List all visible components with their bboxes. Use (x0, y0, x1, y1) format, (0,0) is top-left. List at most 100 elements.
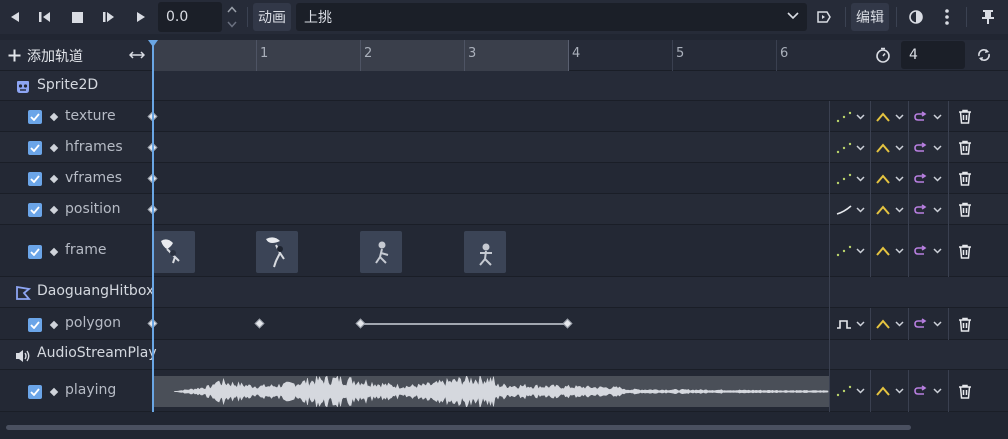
frame-thumbnail[interactable] (360, 231, 402, 273)
loop-wrap-dropdown[interactable] (913, 202, 942, 218)
loop-wrap-dropdown[interactable] (913, 109, 942, 125)
animation-length-range (153, 40, 569, 71)
autoplay-on-load-icon[interactable] (812, 4, 836, 30)
frame-thumbnail[interactable] (153, 231, 195, 273)
update-mode-dropdown[interactable] (836, 171, 865, 187)
loop-wrap-dropdown[interactable] (913, 316, 942, 332)
delete-track-icon[interactable] (958, 243, 972, 259)
toolbar-separator (896, 7, 897, 27)
update-mode-dropdown[interactable] (836, 109, 865, 125)
pin-icon[interactable] (978, 4, 998, 30)
time-input[interactable]: 0.0 (158, 2, 222, 32)
delete-track-icon[interactable] (958, 140, 972, 156)
loop-toggle-icon[interactable] (976, 47, 992, 63)
chevron-down-icon (787, 12, 799, 20)
animation-length-input[interactable]: 4 (901, 41, 965, 69)
track-controls-divider (870, 163, 871, 194)
delete-track-icon[interactable] (958, 383, 972, 399)
keyframe[interactable] (355, 318, 366, 329)
horizontal-scrollbar[interactable] (6, 425, 911, 430)
audio-waveform-clip[interactable] (154, 376, 829, 407)
track-enabled-checkbox[interactable] (28, 318, 42, 332)
track-enabled-checkbox[interactable] (28, 245, 42, 259)
track-enabled-checkbox[interactable] (28, 385, 42, 399)
frame-thumbnail[interactable] (464, 231, 506, 273)
update-mode-dropdown[interactable] (836, 243, 865, 259)
edit-label: 编辑 (856, 10, 884, 26)
track-enabled-checkbox[interactable] (28, 141, 42, 155)
expand-width-icon[interactable] (129, 48, 145, 62)
keyframe-marker-icon (49, 247, 59, 257)
interpolation-dropdown[interactable] (875, 140, 904, 156)
track-controls-divider (870, 101, 871, 132)
keyframe-hold-line (361, 323, 568, 325)
track-controls-divider (870, 225, 871, 277)
add-track-button[interactable]: 添加轨道 (8, 40, 83, 71)
playhead[interactable] (152, 40, 154, 412)
track-controls-divider (870, 194, 871, 225)
track-enabled-checkbox[interactable] (28, 172, 42, 186)
animation-select[interactable]: 上挑 (296, 3, 807, 31)
delete-track-icon[interactable] (958, 202, 972, 218)
track-label: playing (65, 382, 117, 398)
track-label: texture (65, 108, 116, 124)
animation-length-value: 4 (909, 47, 918, 63)
collision-polygon-icon (15, 285, 31, 301)
keyframe[interactable] (562, 318, 573, 329)
play-icon[interactable] (132, 4, 150, 30)
delete-track-icon[interactable] (958, 109, 972, 125)
delete-track-icon[interactable] (958, 316, 972, 332)
onion-skinning-icon[interactable] (905, 4, 927, 30)
time-spin-down-icon[interactable] (225, 17, 239, 31)
update-mode-dropdown[interactable] (836, 316, 865, 332)
track-controls-divider (908, 194, 909, 225)
update-mode-dropdown[interactable] (836, 202, 865, 218)
loop-wrap-dropdown[interactable] (913, 243, 942, 259)
interpolation-dropdown[interactable] (875, 109, 904, 125)
play-backwards-from-end-icon[interactable] (36, 4, 54, 30)
edit-button[interactable]: 编辑 (851, 3, 889, 31)
track-controls-divider (908, 101, 909, 132)
keyframe-marker-icon (49, 387, 59, 397)
audio-icon (14, 348, 32, 364)
interpolation-dropdown[interactable] (875, 383, 904, 399)
interpolation-dropdown[interactable] (875, 171, 904, 187)
more-options-icon[interactable] (938, 4, 956, 30)
update-mode-dropdown[interactable] (836, 383, 865, 399)
interpolation-dropdown[interactable] (875, 243, 904, 259)
track-controls-divider (948, 163, 949, 194)
frame-thumbnail[interactable] (256, 231, 298, 273)
keyframe-marker-icon (49, 205, 59, 215)
play-from-start-icon[interactable] (100, 4, 118, 30)
track-enabled-checkbox[interactable] (28, 203, 42, 217)
toolbar-separator (845, 7, 846, 27)
ruler-tick-label: 5 (676, 46, 685, 61)
track-controls-divider (908, 163, 909, 194)
timeline-ruler[interactable]: 1 2 3 4 5 6 (153, 40, 829, 71)
time-spin-up-icon[interactable] (225, 2, 239, 16)
time-value: 0.0 (166, 9, 189, 25)
add-icon (8, 49, 21, 62)
play-backwards-icon[interactable] (6, 4, 24, 30)
ruler-tick-label: 2 (364, 46, 373, 61)
delete-track-icon[interactable] (958, 171, 972, 187)
track-controls-divider (908, 225, 909, 277)
keyframe[interactable] (254, 318, 265, 329)
track-label: polygon (65, 315, 121, 331)
interpolation-dropdown[interactable] (875, 316, 904, 332)
track-controls-divider (948, 132, 949, 163)
track-controls-divider (870, 308, 871, 340)
interpolation-dropdown[interactable] (875, 202, 904, 218)
animation-menu-button[interactable]: 动画 (253, 3, 291, 31)
timer-icon (875, 47, 891, 63)
loop-wrap-dropdown[interactable] (913, 171, 942, 187)
loop-wrap-dropdown[interactable] (913, 383, 942, 399)
animation-menu-label: 动画 (258, 10, 286, 26)
loop-wrap-dropdown[interactable] (913, 140, 942, 156)
stop-icon[interactable] (68, 4, 86, 30)
track-enabled-checkbox[interactable] (28, 110, 42, 124)
toolbar-separator (247, 7, 248, 27)
update-mode-dropdown[interactable] (836, 140, 865, 156)
playhead-handle-icon[interactable] (148, 40, 158, 48)
audio-waveform (173, 376, 829, 407)
